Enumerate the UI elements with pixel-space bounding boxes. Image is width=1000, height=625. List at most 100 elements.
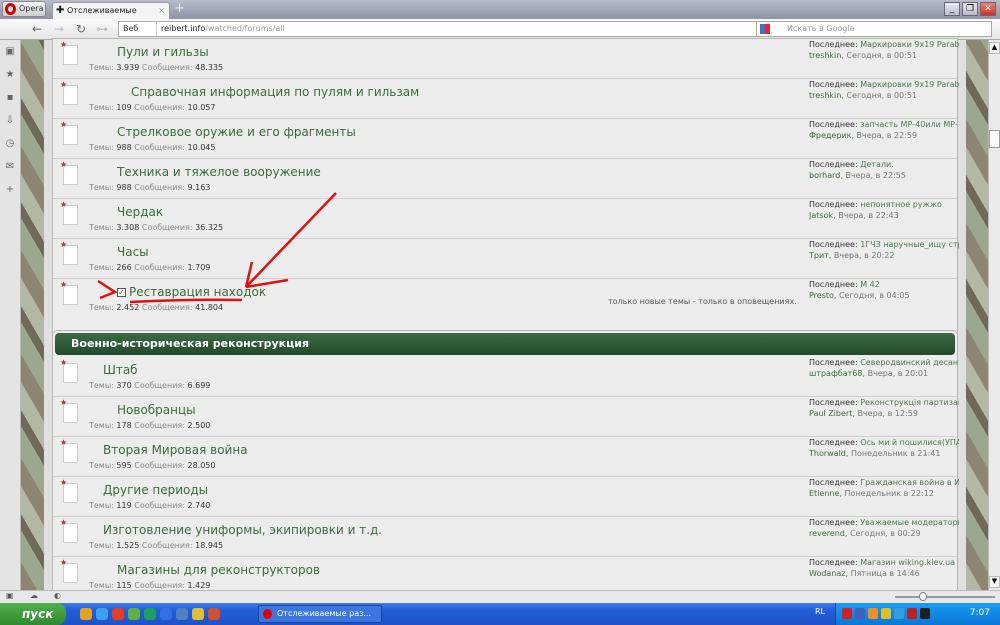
bookmarks-star-icon[interactable]: ★ [0, 63, 20, 86]
forum-title-link[interactable]: Стрелковое оружие и его фрагменты [117, 125, 356, 139]
last-post-user-link[interactable]: treshkin [809, 91, 841, 100]
close-tab-icon[interactable]: × [158, 3, 165, 18]
language-indicator[interactable]: RL [815, 607, 825, 616]
section-header[interactable]: Военно-историческая реконструкция [55, 333, 955, 355]
vertical-scrollbar[interactable]: ▲ ▼ [988, 40, 1000, 590]
forum-title[interactable]: Стрелковое оружие и его фрагменты [117, 125, 356, 139]
last-post-title-link[interactable]: непонятное ружжо [860, 200, 942, 209]
last-post-user-link[interactable]: Thorwald [809, 449, 846, 458]
tray-app-icon[interactable] [920, 608, 930, 619]
forum-title-link[interactable]: Магазины для реконструкторов [117, 563, 320, 577]
notes-icon[interactable]: ▪ [0, 86, 20, 109]
back-arrow-icon[interactable]: ← [32, 22, 42, 36]
new-tab-button[interactable]: + [174, 1, 185, 16]
last-post-title-link[interactable]: Уважаемые модераторы! [860, 518, 959, 527]
forum-title[interactable]: Магазины для реконструкторов [117, 563, 320, 577]
last-post-user-link[interactable]: Etienne [809, 489, 839, 498]
forum-title[interactable]: Вторая Мировая война [103, 443, 248, 457]
last-post-user-link[interactable]: Wodanaz [809, 569, 846, 578]
forum-title-link[interactable]: ✓ Реставрация находок [117, 285, 266, 299]
forum-title-link[interactable]: Чердак [117, 205, 163, 219]
scroll-up-icon[interactable]: ▲ [989, 42, 1000, 54]
forum-title[interactable]: Пули и гильзы [117, 45, 209, 59]
key-icon[interactable]: ⊶ [96, 22, 108, 36]
last-post-user-link[interactable]: Presto [809, 291, 834, 300]
turbo-icon[interactable]: ☁ [30, 591, 38, 600]
last-post-title-link[interactable]: запчасть МР-40или МР-38 [860, 120, 959, 129]
add-panel-icon[interactable]: + [0, 178, 20, 201]
last-post-title-link[interactable]: Реконструкція партизанськог [860, 398, 959, 407]
panel-speed-dial-icon[interactable]: ▣ [0, 40, 20, 63]
tray-app-icon[interactable] [907, 608, 917, 619]
forum-title[interactable]: Штаб [103, 363, 138, 377]
ie-icon[interactable] [160, 608, 172, 620]
tray-app-icon[interactable] [894, 608, 904, 619]
last-post-user-link[interactable]: Фредерик [809, 131, 851, 140]
watch-checkbox[interactable]: ✓ [117, 288, 126, 297]
last-post-user-link[interactable]: borhard [809, 171, 840, 180]
start-button[interactable]: пуск [0, 603, 66, 625]
last-post-title-link[interactable]: Детали. [860, 160, 894, 169]
last-post-title-link[interactable]: Ось ми й пошилися(УПА) [860, 438, 959, 447]
desktop-icon[interactable] [176, 608, 188, 620]
forum-title-link[interactable]: Изготовление униформы, экипировки и т.д. [103, 523, 382, 537]
forum-title[interactable]: Изготовление униформы, экипировки и т.д. [103, 523, 382, 537]
forum-title-link[interactable]: Вторая Мировая война [103, 443, 248, 457]
last-post-title-link[interactable]: Магазин wiking.kiev.ua [860, 558, 955, 567]
quicklaunch-app-icon[interactable] [112, 608, 124, 620]
unite-icon[interactable]: ◐ [54, 591, 61, 600]
quicklaunch-app-icon[interactable] [96, 608, 108, 620]
forum-title[interactable]: Справочная информация по пулям и гильзам [131, 85, 419, 99]
forum-title[interactable]: Чердак [117, 205, 163, 219]
forum-title-link[interactable]: Часы [117, 245, 149, 259]
opera-menu-button[interactable]: Opera [2, 1, 46, 17]
forum-title[interactable]: Техника и тяжелое вооружение [117, 165, 321, 179]
forum-title-link[interactable]: Новобранцы [117, 403, 196, 417]
quicklaunch-app-icon[interactable] [144, 608, 156, 620]
forum-title[interactable]: Новобранцы [117, 403, 196, 417]
zoom-slider-handle[interactable] [919, 592, 927, 601]
tray-app-icon[interactable] [868, 608, 878, 619]
chrome-icon[interactable] [192, 608, 204, 620]
forum-title-link[interactable]: Другие периоды [103, 483, 208, 497]
tray-ati-icon[interactable] [842, 608, 852, 619]
reload-icon[interactable]: ↻ [76, 22, 86, 36]
last-post-title-link[interactable]: Маркировки 9x19 Parabellum [860, 80, 959, 89]
forum-title-link[interactable]: Пули и гильзы [117, 45, 209, 59]
forum-title[interactable]: Другие периоды [103, 483, 208, 497]
tab-watched-forums[interactable]: ✚Отслеживаемые разде...× [52, 2, 170, 30]
forum-title-link[interactable]: Справочная информация по пулям и гильзам [131, 85, 419, 99]
last-post-title-link[interactable]: Северодвинский десант III.. [860, 358, 959, 367]
tray-app-icon[interactable] [855, 608, 865, 619]
last-post-title-link[interactable]: М 42 [860, 280, 880, 289]
forum-title[interactable]: Часы [117, 245, 149, 259]
quicklaunch-app-icon[interactable] [128, 608, 140, 620]
restore-button[interactable]: ❐ [962, 2, 978, 16]
last-post-user-link[interactable]: Paul Zibert [809, 409, 852, 418]
forum-title-link[interactable]: Штаб [103, 363, 138, 377]
panel-toggle-icon[interactable]: ▣ [6, 591, 14, 600]
quicklaunch-app-icon[interactable] [80, 608, 92, 620]
address-bar[interactable]: Веб reibert.info/watched/forums/all [118, 21, 758, 37]
downloads-icon[interactable]: ⇩ [0, 109, 20, 132]
last-post-title-link[interactable]: Гражданская война в Испани [860, 478, 959, 487]
forum-title-link[interactable]: Техника и тяжелое вооружение [117, 165, 321, 179]
last-post-user-link[interactable]: reverend [809, 529, 845, 538]
last-post-user-link[interactable]: treshkin [809, 51, 841, 60]
last-post-user-link[interactable]: Трит [809, 251, 829, 260]
tray-app-icon[interactable] [881, 608, 891, 619]
forum-title[interactable]: Реставрация находок [129, 285, 266, 299]
search-app-icon[interactable] [208, 608, 220, 620]
mail-icon[interactable]: ✉ [0, 155, 20, 178]
last-post-user-link[interactable]: штрафбат68 [809, 369, 862, 378]
scrollbar-thumb[interactable] [989, 130, 1000, 148]
last-post-title-link[interactable]: 1ГЧЗ наручные_ищу стрелки [860, 240, 959, 249]
search-input[interactable]: Искать в Google [756, 21, 992, 37]
history-clock-icon[interactable]: ◷ [0, 132, 20, 155]
minimize-button[interactable]: _ [944, 2, 960, 16]
taskbar-opera-window[interactable]: Отслеживаемые раз... [258, 605, 382, 623]
close-window-button[interactable]: ✕ [980, 2, 996, 16]
zoom-slider[interactable] [895, 592, 995, 601]
forward-arrow-icon[interactable]: → [54, 22, 64, 36]
last-post-title-link[interactable]: Маркировки 9x19 Parabellum [860, 40, 959, 49]
